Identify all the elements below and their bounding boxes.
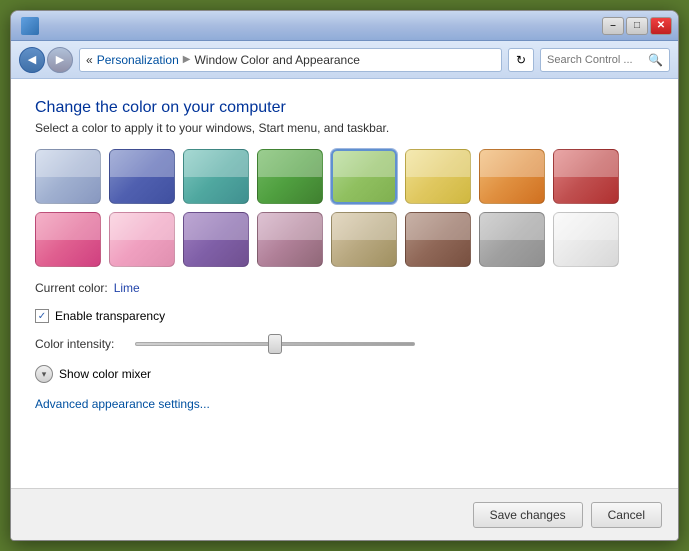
swatch-green-light[interactable] xyxy=(331,149,397,204)
window-controls: – □ ✕ xyxy=(602,17,672,35)
swatch-pink[interactable] xyxy=(35,212,101,267)
intensity-label: Color intensity: xyxy=(35,337,125,351)
current-color-value: Lime xyxy=(114,281,140,295)
show-mixer-label: Show color mixer xyxy=(59,367,151,381)
swatch-default[interactable] xyxy=(35,149,101,204)
intensity-row: Color intensity: xyxy=(35,337,654,351)
swatch-teal[interactable] xyxy=(183,149,249,204)
minimize-button[interactable]: – xyxy=(602,17,624,35)
transparency-checkbox[interactable]: ✓ xyxy=(35,309,49,323)
search-icon[interactable]: 🔍 xyxy=(648,53,663,67)
swatch-yellow[interactable] xyxy=(405,149,471,204)
search-bar: 🔍 xyxy=(540,48,670,72)
current-color-row: Current color: Lime xyxy=(35,281,654,295)
current-color-label: Current color: xyxy=(35,281,108,295)
advanced-settings-link[interactable]: Advanced appearance settings... xyxy=(35,397,654,411)
color-row-1 xyxy=(35,149,654,204)
breadcrumb-prefix: « xyxy=(86,53,93,67)
save-button[interactable]: Save changes xyxy=(473,502,583,528)
swatch-white[interactable] xyxy=(553,212,619,267)
page-title: Change the color on your computer xyxy=(35,99,654,117)
swatch-tan[interactable] xyxy=(331,212,397,267)
swatch-red[interactable] xyxy=(553,149,619,204)
color-mixer-row: ▾ Show color mixer xyxy=(35,365,654,383)
breadcrumb-separator: ▶ xyxy=(183,54,191,65)
transparency-row: ✓ Enable transparency xyxy=(35,309,654,323)
swatch-brown[interactable] xyxy=(405,212,471,267)
search-input[interactable] xyxy=(547,54,644,66)
swatch-purple[interactable] xyxy=(183,212,249,267)
main-window: – □ ✕ ◀ ▶ « Personalization ▶ Window Col… xyxy=(10,10,679,541)
intensity-slider-track[interactable] xyxy=(135,342,415,346)
main-content: Change the color on your computer Select… xyxy=(11,79,678,488)
back-button[interactable]: ◀ xyxy=(19,47,45,73)
expand-mixer-button[interactable]: ▾ xyxy=(35,365,53,383)
breadcrumb-personalization[interactable]: Personalization xyxy=(97,53,179,67)
cancel-button[interactable]: Cancel xyxy=(591,502,662,528)
breadcrumb: « Personalization ▶ Window Color and App… xyxy=(79,48,502,72)
swatch-blue[interactable] xyxy=(109,149,175,204)
swatch-orange[interactable] xyxy=(479,149,545,204)
swatch-mauve[interactable] xyxy=(257,212,323,267)
window-icon xyxy=(21,17,39,35)
color-row-2 xyxy=(35,212,654,267)
nav-bar: ◀ ▶ « Personalization ▶ Window Color and… xyxy=(11,41,678,79)
forward-button[interactable]: ▶ xyxy=(47,47,73,73)
breadcrumb-current: Window Color and Appearance xyxy=(194,53,359,67)
swatch-gray[interactable] xyxy=(479,212,545,267)
close-button[interactable]: ✕ xyxy=(650,17,672,35)
title-bar: – □ ✕ xyxy=(11,11,678,41)
intensity-slider-thumb[interactable] xyxy=(268,334,282,354)
subtitle: Select a color to apply it to your windo… xyxy=(35,121,654,135)
maximize-button[interactable]: □ xyxy=(626,17,648,35)
swatch-green-dark[interactable] xyxy=(257,149,323,204)
nav-arrows: ◀ ▶ xyxy=(19,47,73,73)
swatch-lightpink[interactable] xyxy=(109,212,175,267)
footer: Save changes Cancel xyxy=(11,488,678,540)
color-grid xyxy=(35,149,654,267)
transparency-label: Enable transparency xyxy=(55,309,165,323)
refresh-button[interactable]: ↻ xyxy=(508,48,534,72)
